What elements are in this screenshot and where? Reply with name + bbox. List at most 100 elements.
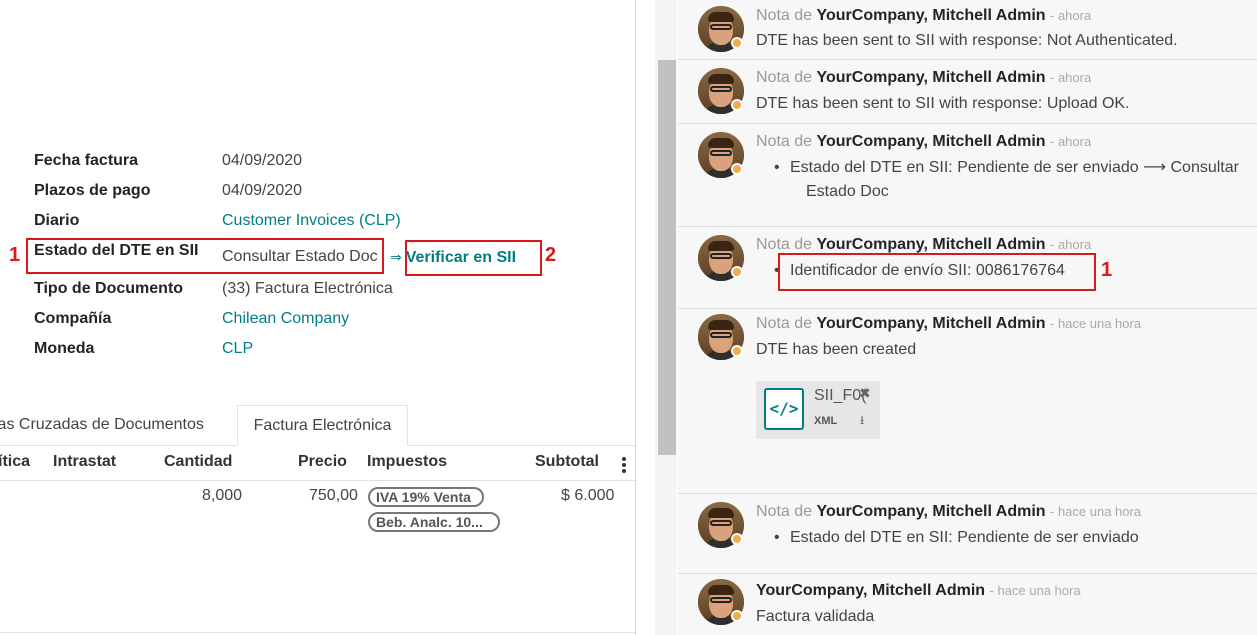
field-value[interactable]: 04/09/2020 (222, 180, 302, 202)
nota-label: Nota de (756, 236, 813, 253)
field-label: Diario (34, 212, 80, 229)
message-time: - hace una hora (1050, 504, 1142, 519)
scrollbar-thumb[interactable] (658, 60, 676, 455)
message-header: Nota de YourCompany, Mitchell Admin - ah… (756, 132, 1091, 152)
tax-tag[interactable]: Beb. Analc. 10... (368, 512, 500, 532)
divider (0, 632, 635, 633)
chatter-message: Nota de YourCompany, Mitchell Admin - ha… (678, 493, 1257, 573)
field-tipo-documento: Tipo de Documento (33) Factura Electróni… (0, 278, 600, 302)
tab-referencias-cruzadas[interactable]: cias Cruzadas de Documentos (0, 405, 238, 446)
download-icon[interactable]: ⭳ (860, 411, 864, 432)
cell-precio: 750,00 (309, 487, 358, 504)
author-name[interactable]: YourCompany, Mitchell Admin (756, 582, 985, 599)
field-moneda: Moneda CLP (0, 338, 600, 362)
cell-subtotal: $ 6.000 (561, 487, 615, 504)
status-dot-icon (731, 610, 743, 622)
tab-label: cias Cruzadas de Documentos (0, 416, 204, 433)
attachment-card[interactable]: </> SII_F0( XML ✖ ⭳ (756, 381, 880, 439)
field-label: Fecha factura (34, 152, 139, 169)
chatter-message: Nota de YourCompany, Mitchell Admin - ah… (678, 123, 1257, 226)
field-label: Moneda (34, 340, 95, 357)
field-compania: Compañía Chilean Company (0, 308, 600, 332)
column-header-precio[interactable]: Precio (298, 453, 347, 471)
status-dot-icon (731, 533, 743, 545)
column-header-intrastat[interactable]: Intrastat (53, 453, 116, 471)
status-dot-icon (731, 266, 743, 278)
field-plazos-de-pago: Plazos de pago 04/09/2020 (0, 180, 600, 204)
message-header: Nota de YourCompany, Mitchell Admin - ha… (756, 502, 1141, 522)
message-time: - ahora (1050, 237, 1092, 252)
message-header: Nota de YourCompany, Mitchell Admin - ah… (756, 68, 1091, 88)
tracking-value-change: Estado del DTE en SII: Pendiente de ser … (774, 526, 1139, 550)
author-name[interactable]: YourCompany, Mitchell Admin (817, 133, 1046, 150)
nota-label: Nota de (756, 133, 813, 150)
status-dot-icon (731, 345, 743, 357)
diario-link[interactable]: Customer Invoices (CLP) (222, 210, 401, 232)
code-icon: </> (764, 388, 804, 430)
annotation-number-2: 2 (545, 244, 557, 266)
chatter-message: Nota de YourCompany, Mitchell Admin - ha… (678, 308, 1257, 493)
compania-link[interactable]: Chilean Company (222, 308, 349, 330)
verificar-label: Verificar en SII (405, 249, 517, 266)
field-label: Compañía (34, 310, 112, 327)
column-header-cantidad[interactable]: Cantidad (164, 453, 232, 471)
message-time: - hace una hora (989, 583, 1081, 598)
annotation-number-1: 1 (1101, 259, 1113, 281)
tracking-value-continuation: Estado Doc (806, 183, 889, 200)
tracking-value-change: Estado del DTE en SII: Pendiente de ser … (774, 156, 1239, 180)
message-body: Factura validada (756, 608, 875, 625)
invoice-lines-header: ítica Intrastat Cantidad Precio Impuesto… (0, 447, 635, 481)
message-header: Nota de YourCompany, Mitchell Admin - ha… (756, 314, 1141, 334)
arrow-right-icon: ⇒ (390, 249, 402, 265)
kebab-menu-icon[interactable] (622, 457, 626, 475)
chatter-message: Nota de YourCompany, Mitchell Admin - ah… (678, 59, 1257, 123)
field-fecha-factura: Fecha factura 04/09/2020 (0, 150, 600, 174)
attachment-extension: XML (814, 415, 838, 427)
message-time: - hace una hora (1050, 316, 1142, 331)
chatter-message: Nota de YourCompany, Mitchell Admin - ah… (678, 226, 1257, 308)
cell-cantidad: 8,000 (202, 487, 243, 504)
field-diario: Diario Customer Invoices (CLP) (0, 210, 600, 234)
status-dot-icon (731, 99, 743, 111)
message-body: DTE has been sent to SII with response: … (756, 32, 1178, 49)
notebook-tabs: cias Cruzadas de Documentos Factura Elec… (0, 405, 635, 446)
tab-factura-electronica[interactable]: Factura Electrónica (237, 405, 408, 446)
column-header-analitica[interactable]: ítica (0, 453, 30, 471)
message-header: YourCompany, Mitchell Admin - hace una h… (756, 581, 1081, 601)
status-dot-icon (731, 37, 743, 49)
message-header: Nota de YourCompany, Mitchell Admin - ah… (756, 6, 1091, 26)
column-header-impuestos[interactable]: Impuestos (367, 453, 447, 471)
field-value[interactable]: (33) Factura Electrónica (222, 278, 393, 300)
annotation-number-1: 1 (9, 244, 21, 266)
chatter-message: Nota de YourCompany, Mitchell Admin - ah… (678, 0, 1257, 59)
nota-label: Nota de (756, 69, 813, 86)
tax-tag[interactable]: IVA 19% Venta (368, 487, 484, 507)
author-name[interactable]: YourCompany, Mitchell Admin (817, 315, 1046, 332)
message-body: DTE has been sent to SII with response: … (756, 95, 1130, 112)
field-value[interactable]: 04/09/2020 (222, 150, 302, 172)
status-dot-icon (731, 163, 743, 175)
author-name[interactable]: YourCompany, Mitchell Admin (817, 7, 1046, 24)
nota-label: Nota de (756, 315, 813, 332)
annotation-box-identificador (778, 253, 1096, 291)
message-body: DTE has been created (756, 341, 917, 358)
chatter-panel: Nota de YourCompany, Mitchell Admin - ah… (678, 0, 1257, 635)
chatter-message: YourCompany, Mitchell Admin - hace una h… (678, 573, 1257, 635)
invoice-form: Fecha factura 04/09/2020 Plazos de pago … (0, 0, 636, 635)
nota-label: Nota de (756, 503, 813, 520)
field-label: Tipo de Documento (34, 280, 184, 297)
author-name[interactable]: YourCompany, Mitchell Admin (817, 236, 1046, 253)
message-time: - ahora (1050, 8, 1092, 23)
annotation-box-estado (26, 238, 384, 274)
moneda-link[interactable]: CLP (222, 338, 253, 360)
nota-label: Nota de (756, 7, 813, 24)
delete-icon[interactable]: ✖ (859, 385, 871, 402)
verificar-en-sii-button[interactable]: ⇒ Verificar en SII (390, 246, 516, 269)
message-time: - ahora (1050, 134, 1092, 149)
author-name[interactable]: YourCompany, Mitchell Admin (817, 503, 1046, 520)
author-name[interactable]: YourCompany, Mitchell Admin (817, 69, 1046, 86)
message-time: - ahora (1050, 70, 1092, 85)
field-label: Plazos de pago (34, 182, 151, 199)
column-header-subtotal[interactable]: Subtotal (535, 453, 599, 471)
message-header: Nota de YourCompany, Mitchell Admin - ah… (756, 235, 1091, 255)
